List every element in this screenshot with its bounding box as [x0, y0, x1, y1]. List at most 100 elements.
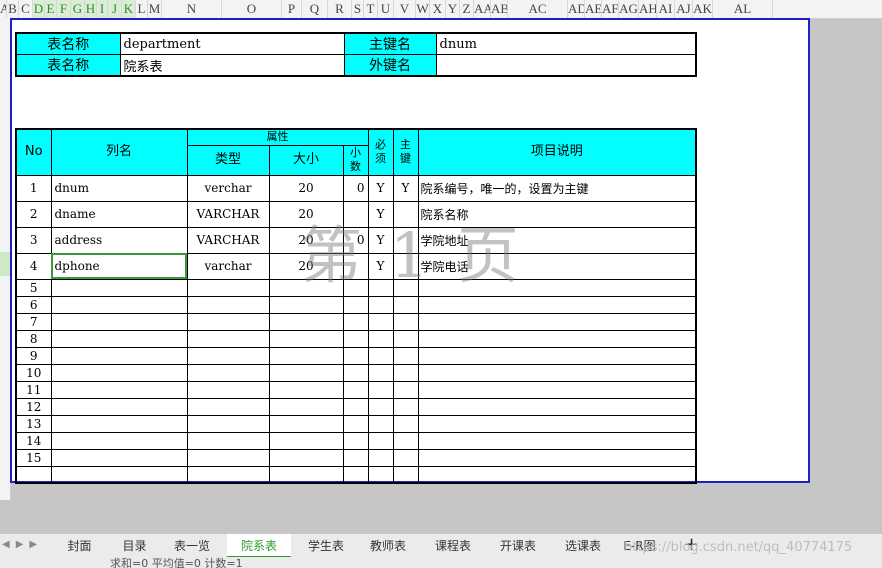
sheet-tab[interactable]: 目录	[112, 534, 157, 558]
empty-cell[interactable]	[392, 414, 419, 433]
cell-no[interactable]: 9	[15, 346, 52, 365]
column-header-w[interactable]: W	[416, 0, 430, 18]
column-header-i[interactable]: I	[97, 0, 108, 18]
column-header-x[interactable]: X	[430, 0, 446, 18]
column-header-f[interactable]: F	[57, 0, 71, 18]
empty-cell[interactable]	[186, 346, 270, 365]
column-header-d[interactable]: D	[33, 0, 45, 18]
column-header-y[interactable]: Y	[446, 0, 460, 18]
empty-cell[interactable]	[186, 397, 270, 416]
column-header-o[interactable]: O	[222, 0, 282, 18]
empty-cell[interactable]	[392, 465, 419, 484]
column-header-c[interactable]: C	[19, 0, 33, 18]
empty-cell[interactable]	[342, 312, 369, 331]
cell-type[interactable]: verchar	[186, 174, 270, 202]
empty-cell[interactable]	[392, 346, 419, 365]
column-header-r[interactable]: R	[328, 0, 352, 18]
empty-cell[interactable]	[367, 346, 394, 365]
table-name-value-2[interactable]: 院系表	[119, 54, 345, 77]
cell-no[interactable]: 12	[15, 397, 52, 416]
empty-cell[interactable]	[342, 414, 369, 433]
cell-no[interactable]: 5	[15, 278, 52, 297]
empty-cell[interactable]	[268, 363, 344, 382]
empty-cell[interactable]	[342, 329, 369, 348]
column-header-al[interactable]: AL	[713, 0, 773, 18]
empty-cell[interactable]	[417, 397, 697, 416]
sheet-tab[interactable]: 学生表	[297, 534, 355, 558]
header-attribute[interactable]: 属性	[186, 128, 369, 146]
cell-decimal[interactable]: 0	[342, 226, 369, 254]
empty-cell[interactable]	[342, 465, 369, 484]
cell-size[interactable]: 20	[268, 200, 344, 228]
cell-no[interactable]: 1	[15, 174, 52, 202]
column-header-t[interactable]: T	[364, 0, 378, 18]
empty-cell[interactable]	[417, 414, 697, 433]
column-header-n[interactable]: N	[162, 0, 222, 18]
cell-required[interactable]: Y	[367, 200, 394, 228]
column-header-aj[interactable]: AJ	[675, 0, 693, 18]
empty-cell[interactable]	[268, 295, 344, 314]
sheet-nav-arrows-icon[interactable]: ◀▶▶	[2, 539, 43, 550]
empty-cell[interactable]	[268, 312, 344, 331]
empty-cell[interactable]	[268, 380, 344, 399]
empty-cell[interactable]	[417, 363, 697, 382]
empty-cell[interactable]	[50, 448, 188, 467]
empty-cell[interactable]	[392, 278, 419, 297]
empty-cell[interactable]	[50, 312, 188, 331]
empty-cell[interactable]	[186, 363, 270, 382]
empty-cell[interactable]	[342, 278, 369, 297]
empty-cell[interactable]	[342, 363, 369, 382]
empty-cell[interactable]	[392, 448, 419, 467]
empty-cell[interactable]	[50, 346, 188, 365]
column-header-b[interactable]: B	[7, 0, 19, 18]
empty-cell[interactable]	[367, 465, 394, 484]
foreign-key-value[interactable]	[435, 54, 697, 77]
cell-no[interactable]: 7	[15, 312, 52, 331]
cell-no[interactable]: 13	[15, 414, 52, 433]
header-type[interactable]: 类型	[186, 144, 270, 176]
empty-cell[interactable]	[417, 346, 697, 365]
cell-desc[interactable]: 院系名称	[417, 200, 697, 228]
empty-cell[interactable]	[392, 312, 419, 331]
empty-cell[interactable]	[50, 278, 188, 297]
cell-required[interactable]: Y	[367, 252, 394, 280]
empty-cell[interactable]	[342, 448, 369, 467]
empty-cell[interactable]	[50, 329, 188, 348]
header-size[interactable]: 大小	[268, 144, 344, 176]
sheet-tab[interactable]: 开课表	[487, 534, 549, 558]
empty-cell[interactable]	[268, 465, 344, 484]
cell-column[interactable]: dname	[50, 200, 188, 228]
column-header-ai[interactable]: AI	[657, 0, 675, 18]
empty-cell[interactable]	[417, 448, 697, 467]
cell-no[interactable]: 4	[15, 252, 52, 280]
sheet-tab[interactable]: 教师表	[357, 534, 419, 558]
column-header-g[interactable]: G	[71, 0, 85, 18]
column-header-a[interactable]: A	[0, 0, 7, 18]
empty-cell[interactable]	[367, 329, 394, 348]
empty-cell[interactable]	[417, 329, 697, 348]
column-header-v[interactable]: V	[394, 0, 416, 18]
cell-primary[interactable]	[392, 226, 419, 254]
cell-no[interactable]: 8	[15, 329, 52, 348]
cell-no[interactable]: 10	[15, 363, 52, 382]
empty-cell[interactable]	[417, 278, 697, 297]
cell-no[interactable]	[15, 465, 52, 484]
cell-size[interactable]: 20	[268, 174, 344, 202]
empty-cell[interactable]	[268, 414, 344, 433]
empty-cell[interactable]	[367, 431, 394, 450]
table-name-label[interactable]: 表名称	[15, 32, 121, 55]
empty-cell[interactable]	[392, 431, 419, 450]
empty-cell[interactable]	[268, 346, 344, 365]
cell-type[interactable]: VARCHAR	[186, 200, 270, 228]
cell-column[interactable]: address	[50, 226, 188, 254]
header-column-name[interactable]: 列名	[50, 128, 188, 176]
empty-cell[interactable]	[392, 397, 419, 416]
empty-cell[interactable]	[186, 278, 270, 297]
empty-cell[interactable]	[186, 380, 270, 399]
empty-cell[interactable]	[186, 414, 270, 433]
cell-no[interactable]: 11	[15, 380, 52, 399]
sheet-tab[interactable]: 选课表	[552, 534, 614, 558]
cell-size[interactable]: 20	[268, 252, 344, 280]
empty-cell[interactable]	[268, 397, 344, 416]
cell-desc[interactable]: 院系编号，唯一的，设置为主键	[417, 174, 697, 202]
